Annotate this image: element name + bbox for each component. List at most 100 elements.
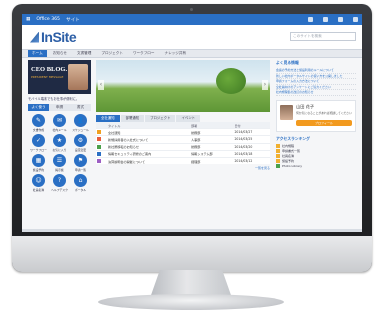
notice-dept: 総務部 [190, 142, 234, 151]
flag-icon: ⚑ [74, 154, 87, 167]
settings-icon[interactable] [323, 17, 328, 22]
notice-title[interactable]: 全社通知 [107, 128, 191, 136]
quicklink-label: 掲示板 [55, 168, 64, 172]
quicklink-label: 社内メール [52, 128, 67, 132]
notice-tab-dept[interactable]: 部署通知 [120, 115, 145, 122]
ranking-item[interactable]: Photo Library [276, 164, 356, 169]
ceo-blog-banner[interactable]: CEO BLOG. PRESIDENT MESSAGE [28, 60, 91, 94]
column-header: タイトル [107, 122, 191, 129]
more-link[interactable]: 一覧を見る [96, 166, 270, 170]
notice-date: 2014/03/18 [233, 149, 270, 158]
folder-icon [276, 154, 280, 159]
quicklink-item[interactable]: ★ お気に入り [49, 134, 70, 152]
category-icon [97, 144, 101, 149]
nav-tab-projects[interactable]: プロジェクト [97, 50, 127, 57]
folder-icon [276, 149, 280, 154]
search-input[interactable]: このサイトを検索 [290, 32, 356, 41]
blog-subtitle: PRESIDENT MESSAGE [31, 75, 64, 79]
notice-title[interactable]: 決算説明会の開催について [107, 156, 191, 165]
quicklink-label: 文書作成 [32, 128, 45, 132]
ranking-title: アクセスランキング [276, 135, 310, 141]
notice-dept: 総務部 [190, 128, 234, 136]
notice-tab-event[interactable]: イベント [176, 115, 201, 122]
nav-tab-docs[interactable]: 文書管理 [73, 50, 95, 57]
notification-icon[interactable] [308, 17, 313, 22]
quicklink-grid: ✎ 文書作成 ✉ 社内メール 👤 スケジュール ✓ ワークフロー ★ お気に入り ⚙ 設定変… [28, 114, 91, 192]
calendar-icon: ▦ [32, 154, 45, 167]
page-content: CEO BLOG. PRESIDENT MESSAGE モバイル端末でもお仕事が… [22, 58, 362, 232]
right-column: よく見る情報 会議の予約方法と施設利用のルールについて 新しい社内ポータルサイト… [276, 60, 356, 169]
folder-icon [276, 144, 280, 149]
hero-image: ‹ › [96, 60, 270, 112]
quicklink-tab-apply[interactable]: 申請 [49, 104, 70, 111]
people-icon: ☺ [32, 174, 45, 187]
quicklink-tab-forms[interactable]: 書式 [70, 104, 91, 111]
quicklink-item[interactable]: ✓ ワークフロー [28, 134, 49, 152]
nav-tab-home[interactable]: ホーム [28, 50, 47, 57]
monitor-chin [12, 236, 372, 272]
notice-dept: 情報システム部 [190, 149, 234, 158]
ceo-photo [68, 64, 88, 90]
notice-tab-project[interactable]: プロジェクト [145, 115, 176, 122]
category-icon [97, 137, 101, 142]
category-icon [97, 159, 101, 164]
quicklink-label: ポータル [74, 188, 87, 192]
table-row[interactable]: 新規採用者の入社式について 人事部 2014/03/25 [96, 135, 270, 144]
notice-title[interactable]: 新規採用者の入社式について [107, 135, 191, 144]
notice-title[interactable]: 新社屋移転のお知らせ [107, 142, 191, 151]
category-icon [97, 151, 101, 156]
carousel-next-icon[interactable]: › [262, 80, 268, 90]
nav-tab-news[interactable]: お知らせ [49, 50, 71, 57]
profile-name: 山田 花子 [296, 103, 315, 109]
quicklink-label: お気に入り [52, 148, 67, 152]
quicklink-item[interactable]: ⌂ ポータル [70, 174, 91, 192]
notice-dept: 人事部 [190, 135, 234, 144]
quicklink-item[interactable]: ☰ 掲示板 [49, 154, 70, 172]
quicklink-item[interactable]: ⚙ 設定変更 [70, 134, 91, 152]
news-item[interactable]: 社内規程集の改訂のお知らせ [276, 90, 356, 96]
notice-tab-company[interactable]: 全社通知 [96, 115, 120, 122]
quicklink-tab-frequent[interactable]: よく使う [28, 104, 49, 111]
table-row[interactable]: 全社通知 総務部 2014/03/27 [96, 128, 270, 136]
carousel-prev-icon[interactable]: ‹ [98, 80, 104, 90]
notice-title[interactable]: 情報セキュリティ研修のご案内 [107, 149, 191, 158]
news-list: 会議の予約方法と施設利用のルールについて 新しい社内ポータルサイトの使い方を公開… [276, 68, 356, 96]
table-row[interactable]: 決算説明会の開催について 経理部 2014/03/12 [96, 156, 270, 165]
nav-tab-knowledge[interactable]: ナレッジ共有 [161, 50, 191, 57]
profile-message: 何か気になることがあれば相談してください [296, 110, 352, 115]
quicklink-item[interactable]: ✎ 文書作成 [28, 114, 49, 132]
table-row[interactable]: 新社屋移転のお知らせ 総務部 2014/03/20 [96, 142, 270, 151]
site-logo[interactable]: InSite [41, 29, 77, 45]
table-header-row: タイトル 部署 日付 [96, 122, 270, 129]
quicklink-item[interactable]: ☺ 社員名簿 [28, 174, 49, 192]
mail-icon: ✉ [53, 114, 66, 127]
folder-icon [276, 159, 280, 164]
site-header: InSite このサイトを検索 [22, 25, 362, 49]
notice-date: 2014/03/25 [233, 135, 270, 144]
app-launcher-icon[interactable]: ▦ [26, 17, 30, 22]
nav-tab-workflow[interactable]: ワークフロー [129, 50, 159, 57]
help-icon[interactable] [338, 17, 343, 22]
quicklink-item[interactable]: ✉ 社内メール [49, 114, 70, 132]
banner-caption: モバイル端末でもお仕事が便利に。 [28, 97, 79, 101]
person-icon: 👤 [74, 114, 87, 127]
quicklink-item[interactable]: ⚑ 申請一覧 [70, 154, 91, 172]
office365-label[interactable]: Office 365 [36, 17, 60, 22]
ranking-section: アクセスランキング 社内規程 申請書式一覧 社員名簿 施設予約 Photo Li… [276, 136, 356, 169]
quicklink-label: 申請一覧 [74, 168, 87, 172]
column-header: 日付 [233, 122, 270, 129]
home-icon: ⌂ [74, 174, 87, 187]
monitor-stand-base [98, 294, 284, 310]
news-section-title: よく見る情報 [276, 60, 299, 65]
quicklink-item[interactable]: 👤 スケジュール [70, 114, 91, 132]
site-label[interactable]: サイト [66, 17, 80, 23]
quicklink-item[interactable]: ? ヘルプデスク [49, 174, 70, 192]
user-avatar-icon[interactable] [353, 17, 358, 22]
profile-button[interactable]: プロフィール [296, 119, 352, 126]
quicklink-item[interactable]: ▦ 施設予約 [28, 154, 49, 172]
quicklink-label: ヘルプデスク [51, 188, 68, 192]
table-row[interactable]: 情報セキュリティ研修のご案内 情報システム部 2014/03/18 [96, 149, 270, 158]
quicklink-label: 設定変更 [74, 148, 87, 152]
quicklink-label: スケジュール [72, 128, 89, 132]
ranking-label: Photo Library [282, 163, 303, 168]
